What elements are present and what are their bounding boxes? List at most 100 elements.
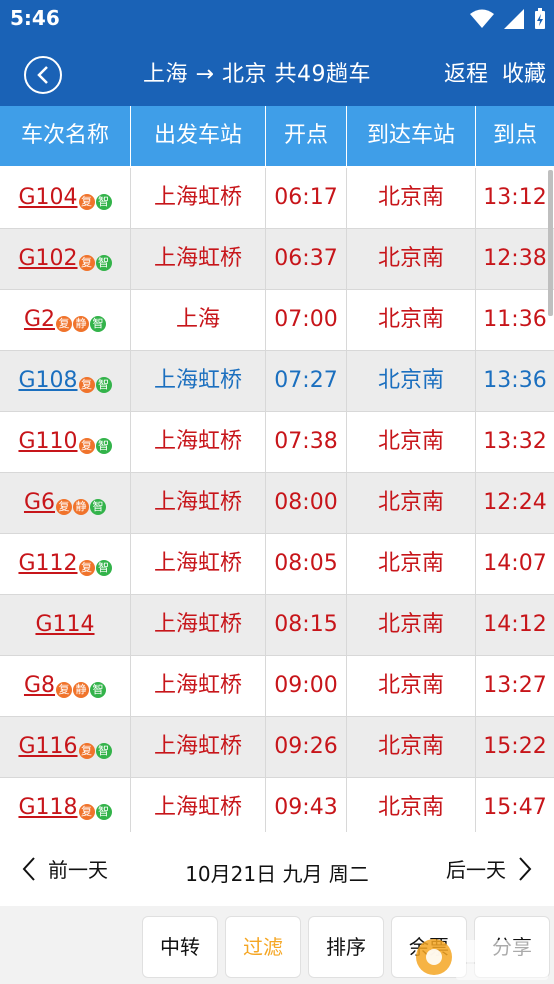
train-cell[interactable]: G8 复静智: [0, 656, 131, 716]
filter-button[interactable]: 过滤: [225, 916, 301, 978]
from-station-cell: 上海虹桥: [131, 412, 266, 472]
wifi-icon: [470, 9, 494, 28]
table-row[interactable]: G6 复静智上海虹桥 08:00 北京南 12:24: [0, 473, 554, 534]
train-feature-badge: 智: [95, 743, 112, 759]
scrollbar[interactable]: [548, 170, 553, 316]
train-list: G104 复智上海虹桥 06:17 北京南 13:12 G102 复智上海虹桥 06:37 北京…: [0, 168, 554, 832]
train-number-link[interactable]: G112: [18, 551, 77, 576]
table-row[interactable]: G102 复智上海虹桥 06:37 北京南 12:38: [0, 229, 554, 290]
table-row[interactable]: G116 复智上海虹桥 09:26 北京南 15:22: [0, 717, 554, 778]
to-station-cell: 北京南: [347, 717, 476, 777]
train-feature-badge: 智: [95, 194, 112, 210]
depart-time-cell: 06:37: [266, 229, 347, 289]
table-row[interactable]: G104 复智上海虹桥 06:17 北京南 13:12: [0, 168, 554, 229]
depart-time-cell: 07:27: [266, 351, 347, 411]
train-feature-badge: 静: [73, 499, 90, 515]
train-cell[interactable]: G118 复智: [0, 778, 131, 832]
to-station-cell: 北京南: [347, 595, 476, 655]
train-number-link[interactable]: G118: [18, 795, 77, 820]
day-nav: 前一天 10月21日 九月 周二 后一天: [0, 834, 554, 906]
status-icons: [470, 6, 546, 32]
train-feature-badge: 复: [78, 438, 95, 454]
header-to-station[interactable]: 到达车站: [347, 106, 476, 166]
train-number-link[interactable]: G102: [18, 246, 77, 271]
train-feature-badge: 复: [78, 560, 95, 576]
app-bar: 上海 → 北京 共49趟车 返程 收藏: [0, 38, 554, 106]
table-row[interactable]: G110 复智上海虹桥 07:38 北京南 13:32: [0, 412, 554, 473]
to-station-cell: 北京南: [347, 168, 476, 228]
train-cell[interactable]: G110 复智: [0, 412, 131, 472]
table-row[interactable]: G112 复智上海虹桥 08:05 北京南 14:07: [0, 534, 554, 595]
train-cell[interactable]: G104 复智: [0, 168, 131, 228]
status-time: 5:46: [10, 6, 60, 30]
train-number-link[interactable]: G110: [18, 429, 77, 454]
train-number-link[interactable]: G8: [24, 673, 55, 698]
train-cell[interactable]: G108 复智: [0, 351, 131, 411]
train-cell[interactable]: G114: [0, 595, 131, 655]
train-feature-badge: 复: [78, 377, 95, 393]
train-feature-badge: 静: [73, 316, 90, 332]
from-station-cell: 上海虹桥: [131, 534, 266, 594]
table-row[interactable]: G8 复静智上海虹桥 09:00 北京南 13:27: [0, 656, 554, 717]
table-row[interactable]: G118 复智上海虹桥 09:43 北京南 15:47: [0, 778, 554, 832]
table-row[interactable]: G2 复静智上海 07:00 北京南 11:36: [0, 290, 554, 351]
return-trip-button[interactable]: 返程: [444, 56, 488, 88]
table-header: 车次名称 出发车站 开点 到达车站 到点: [0, 106, 554, 166]
train-number-link[interactable]: G104: [18, 185, 77, 210]
train-feature-badge: 复: [56, 499, 73, 515]
from-station-cell: 上海虹桥: [131, 717, 266, 777]
depart-time-cell: 09:00: [266, 656, 347, 716]
to-station-cell: 北京南: [347, 229, 476, 289]
train-number-link[interactable]: G6: [24, 490, 55, 515]
train-number-link[interactable]: G2: [24, 307, 55, 332]
arrive-time-cell: 12:24: [483, 490, 547, 515]
train-cell[interactable]: G102 复智: [0, 229, 131, 289]
train-feature-badge: 复: [78, 255, 95, 271]
app-bar-actions: 返程 收藏: [444, 56, 546, 88]
from-station-cell: 上海虹桥: [131, 168, 266, 228]
train-number-link[interactable]: G116: [18, 734, 77, 759]
train-cell[interactable]: G2 复静智: [0, 290, 131, 350]
to-station-cell: 北京南: [347, 290, 476, 350]
train-cell[interactable]: G116 复智: [0, 717, 131, 777]
train-number-link[interactable]: G108: [18, 368, 77, 393]
depart-time-cell: 08:05: [266, 534, 347, 594]
header-train-name[interactable]: 车次名称: [0, 106, 131, 166]
to-station-cell: 北京南: [347, 656, 476, 716]
transfer-button[interactable]: 中转: [142, 916, 218, 978]
sort-button[interactable]: 排序: [308, 916, 384, 978]
from-station-cell: 上海虹桥: [131, 778, 266, 832]
train-feature-badge: 静: [73, 682, 90, 698]
train-cell[interactable]: G6 复静智: [0, 473, 131, 533]
to-station-cell: 北京南: [347, 473, 476, 533]
from-station-cell: 上海虹桥: [131, 351, 266, 411]
next-day-label: 后一天: [446, 858, 506, 882]
train-feature-badge: 复: [56, 316, 73, 332]
train-feature-badge: 智: [95, 804, 112, 820]
status-bar: 5:46: [0, 0, 554, 38]
header-depart-time[interactable]: 开点: [266, 106, 347, 166]
header-arrive-time[interactable]: 到点: [476, 106, 554, 166]
arrive-time-cell: 14:07: [483, 551, 547, 576]
to-station-cell: 北京南: [347, 534, 476, 594]
from-station-cell: 上海虹桥: [131, 229, 266, 289]
arrive-time-cell: 14:12: [483, 612, 547, 637]
train-feature-badge: 智: [95, 377, 112, 393]
arrive-time-cell: 13:32: [483, 429, 547, 454]
train-feature-badge: 复: [78, 743, 95, 759]
train-cell[interactable]: G112 复智: [0, 534, 131, 594]
train-feature-badge: 智: [90, 682, 107, 698]
header-from-station[interactable]: 出发车站: [131, 106, 266, 166]
arrive-time-cell: 11:36: [483, 307, 547, 332]
depart-time-cell: 08:00: [266, 473, 347, 533]
table-row[interactable]: G108 复智上海虹桥 07:27 北京南 13:36: [0, 351, 554, 412]
depart-time-cell: 07:38: [266, 412, 347, 472]
depart-time-cell: 09:26: [266, 717, 347, 777]
table-row[interactable]: G114 上海虹桥 08:15 北京南 14:12: [0, 595, 554, 656]
favorite-button[interactable]: 收藏: [502, 56, 546, 88]
train-feature-badge: 智: [90, 499, 107, 515]
next-day-button[interactable]: 后一天: [446, 854, 532, 883]
train-feature-badge: 智: [95, 438, 112, 454]
train-number-link[interactable]: G114: [35, 612, 94, 637]
chevron-right-icon: [519, 856, 532, 881]
